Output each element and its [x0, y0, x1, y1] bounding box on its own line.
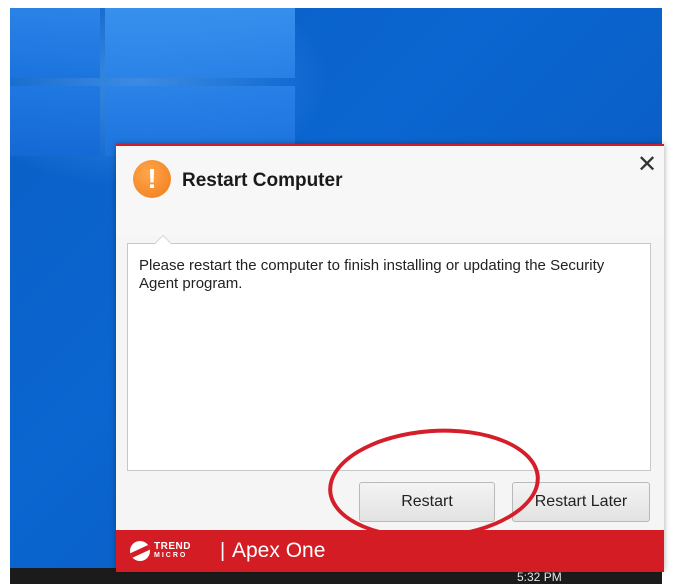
message-text: Please restart the computer to finish in… [139, 257, 605, 292]
close-button[interactable]: ✕ [634, 152, 660, 178]
trend-micro-ball-icon [130, 541, 150, 561]
dialog-header: ! Restart Computer ✕ [116, 146, 664, 236]
photo-frame: 5:32 PM ! Restart Computer ✕ Please rest… [0, 0, 681, 584]
trend-micro-wordmark: TREND MICRO [154, 542, 191, 560]
restart-dialog: ! Restart Computer ✕ Please restart the … [116, 144, 664, 572]
restart-later-button[interactable]: Restart Later [512, 482, 650, 522]
message-panel: Please restart the computer to finish in… [127, 235, 651, 471]
taskbar-clock[interactable]: 5:32 PM [517, 570, 562, 584]
dialog-footer: TREND MICRO | Apex One [116, 530, 664, 572]
warning-icon: ! [133, 160, 171, 198]
message-pointer [154, 235, 172, 244]
restart-button[interactable]: Restart [359, 482, 495, 522]
footer-separator: | [220, 540, 226, 562]
windows-logo-pane [105, 8, 295, 78]
windows-logo-pane [10, 8, 100, 78]
product-name: Apex One [232, 539, 326, 562]
windows-logo-pane [10, 86, 100, 156]
trend-micro-logo: TREND MICRO [130, 540, 191, 562]
brand-bottom: MICRO [154, 552, 188, 559]
dialog-title: Restart Computer [182, 170, 343, 191]
